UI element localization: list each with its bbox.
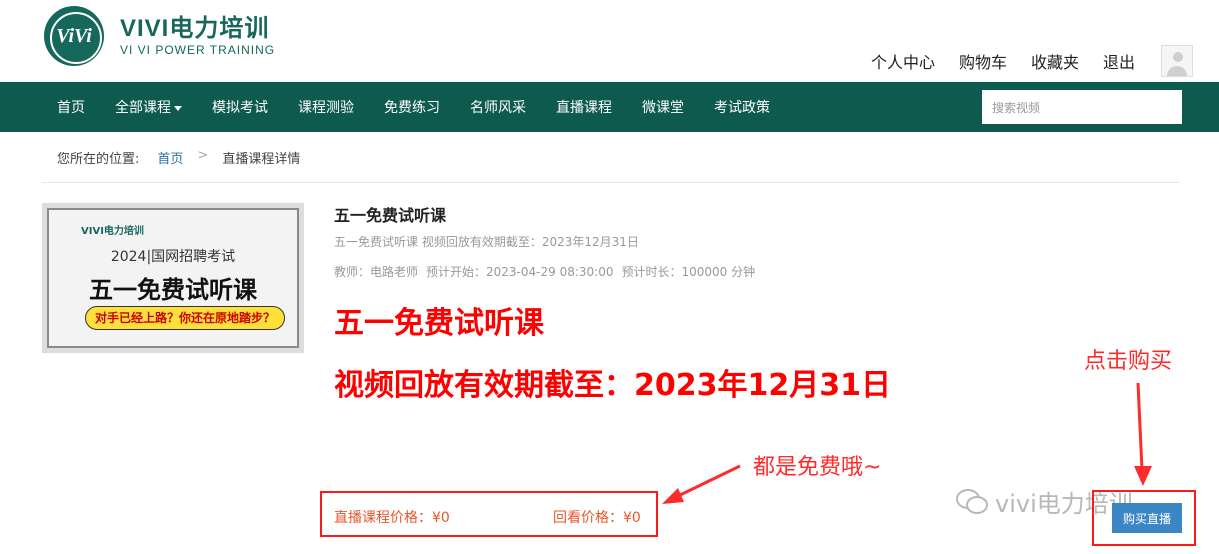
nav-item-all-courses-label: 全部课程 bbox=[115, 100, 171, 116]
site-logo[interactable]: ViVi VIVI电力培训 VI VI POWER TRAINING bbox=[44, 4, 284, 68]
course-thumbnail-frame: VIVI电力培训 2024|国网招聘考试 五一免费试听课 对手已经上路？你还在原… bbox=[47, 208, 299, 348]
nav-item-live-courses[interactable]: 直播课程 bbox=[556, 97, 612, 117]
avatar-body bbox=[1167, 66, 1187, 76]
nav-item-micro-class[interactable]: 微课堂 bbox=[642, 97, 684, 117]
nav-item-teachers[interactable]: 名师风采 bbox=[470, 97, 526, 117]
breadcrumb-home-link[interactable]: 首页 bbox=[157, 148, 183, 167]
buy-arrow-line bbox=[1136, 382, 1144, 471]
buy-arrow-head bbox=[1134, 466, 1152, 486]
promo-validity: 视频回放有效期截至：2023年12月31日 bbox=[334, 368, 891, 403]
nav-items: 首页 全部课程 模拟考试 课程测验 免费练习 名师风采 直播课程 微课堂 考试政… bbox=[57, 82, 800, 132]
page: ViVi VIVI电力培训 VI VI POWER TRAINING 个人中心 … bbox=[0, 0, 1219, 554]
course-teacher: 教师：电路老师 bbox=[334, 265, 419, 279]
user-links: 个人中心 购物车 收藏夹 退出 bbox=[871, 49, 1135, 73]
free-annotation: 都是免费哦~ bbox=[753, 455, 882, 480]
buy-annotation: 点击购买 bbox=[1084, 349, 1173, 374]
thumbnail-slogan: 对手已经上路？你还在原地踏步？ bbox=[85, 306, 285, 330]
thumbnail-logo: VIVI电力培训 bbox=[81, 226, 144, 237]
thumbnail-title: 五一免费试听课 bbox=[89, 276, 257, 304]
logo-sub-text: VI VI POWER TRAINING bbox=[120, 43, 276, 57]
user-center-link[interactable]: 个人中心 bbox=[871, 49, 935, 73]
promo-title: 五一免费试听课 bbox=[334, 306, 544, 341]
course-thumbnail: VIVI电力培训 2024|国网招聘考试 五一免费试听课 对手已经上路？你还在原… bbox=[42, 203, 304, 353]
divider bbox=[42, 182, 1180, 183]
course-meta: 教师：电路老师 预计开始：2023-04-29 08:30:00 预计时长：10… bbox=[334, 263, 755, 280]
breadcrumb-separator: > bbox=[197, 148, 209, 163]
logo-text: VIVI电力培训 VI VI POWER TRAINING bbox=[120, 15, 275, 57]
breadcrumb-label: 您所在的位置: bbox=[57, 152, 140, 167]
nav-item-exam-policy[interactable]: 考试政策 bbox=[714, 97, 770, 117]
logo-main-text: VIVI电力培训 bbox=[120, 15, 270, 42]
live-price: 直播课程价格：¥0 bbox=[334, 510, 450, 526]
nav-item-free-practice[interactable]: 免费练习 bbox=[384, 97, 440, 117]
wechat-icon bbox=[956, 488, 988, 514]
course-description: 五一免费试听课 视频回放有效期截至：2023年12月31日 bbox=[334, 235, 639, 249]
nav-item-home[interactable]: 首页 bbox=[57, 97, 85, 117]
breadcrumb: 您所在的位置: 首页 > 直播课程详情 bbox=[57, 148, 300, 167]
logo-glyph: ViVi bbox=[56, 24, 92, 47]
avatar-head bbox=[1173, 52, 1183, 62]
logo-emblem-icon: ViVi bbox=[44, 6, 104, 66]
buy-live-button[interactable]: 购买直播 bbox=[1112, 503, 1182, 533]
search-input[interactable]: 搜索视频 bbox=[982, 90, 1182, 124]
replay-price: 回看价格：¥0 bbox=[553, 510, 641, 526]
cart-link[interactable]: 购物车 bbox=[959, 49, 1007, 73]
course-duration: 预计时长：100000 分钟 bbox=[621, 265, 756, 279]
breadcrumb-current: 直播课程详情 bbox=[222, 152, 301, 167]
avatar[interactable] bbox=[1161, 45, 1193, 77]
logout-link[interactable]: 退出 bbox=[1103, 49, 1135, 73]
caret-down-icon bbox=[174, 105, 182, 111]
free-arrow-line bbox=[675, 464, 741, 499]
free-arrow-head bbox=[662, 488, 684, 504]
course-name: 五一免费试听课 bbox=[334, 206, 447, 225]
favorites-link[interactable]: 收藏夹 bbox=[1031, 49, 1079, 73]
course-start: 预计开始：2023-04-29 08:30:00 bbox=[426, 265, 614, 279]
nav-item-course-quiz[interactable]: 课程测验 bbox=[298, 97, 354, 117]
nav-item-mock-exam[interactable]: 模拟考试 bbox=[212, 97, 268, 117]
thumbnail-year: 2024|国网招聘考试 bbox=[110, 249, 236, 265]
nav-item-all-courses[interactable]: 全部课程 bbox=[115, 97, 182, 117]
